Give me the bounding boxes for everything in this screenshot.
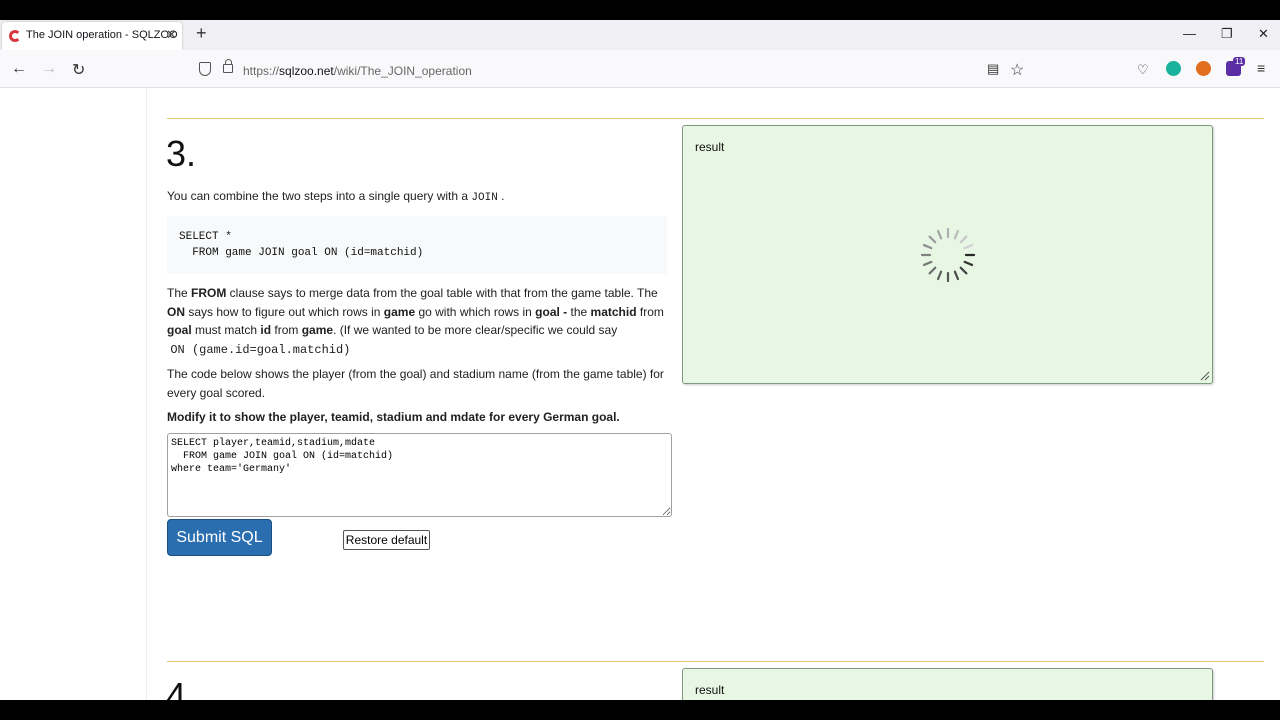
bold-text: goal - xyxy=(535,304,571,319)
section-divider xyxy=(167,661,1264,662)
sqlzoo-favicon-icon xyxy=(9,30,21,42)
lock-icon[interactable] xyxy=(223,59,233,73)
inline-code: JOIN xyxy=(471,192,498,204)
text: The xyxy=(167,286,192,300)
result-label: result xyxy=(695,140,725,154)
close-window-icon[interactable]: ✕ xyxy=(1258,26,1269,42)
tracking-protection-icon[interactable] xyxy=(199,62,211,76)
bold-text: id xyxy=(260,323,272,337)
restore-window-icon[interactable]: ❐ xyxy=(1221,26,1233,42)
extension-badge: 11 xyxy=(1233,57,1246,66)
code-line: FROM game JOIN goal ON (id=matchid) xyxy=(179,246,424,259)
inline-code: ON (game.id=goal.matchid) xyxy=(170,342,351,357)
text: from xyxy=(271,323,302,337)
code-below-text: The code below shows the player (from th… xyxy=(167,367,664,400)
bold-text: goal xyxy=(167,323,192,337)
question-number: 4 xyxy=(166,675,187,700)
text: clause says to merge data from the goal … xyxy=(226,286,658,300)
question-number: 3. xyxy=(166,133,197,174)
bookmark-star-icon[interactable]: ☆ xyxy=(1010,60,1024,80)
text: from xyxy=(636,304,664,319)
close-tab-icon[interactable]: ✕ xyxy=(166,27,177,43)
text: . (If we wanted to be more clear/specifi… xyxy=(333,323,618,337)
pocket-icon[interactable]: ♡ xyxy=(1137,62,1149,78)
bold-text: game xyxy=(301,323,334,337)
result-panel: result xyxy=(682,668,1213,700)
text: says how to figure out which rows in xyxy=(185,304,384,319)
menu-icon[interactable]: ≡ xyxy=(1257,60,1265,76)
forward-icon[interactable]: → xyxy=(41,60,57,78)
intro-sentence: You can combine the two steps into a sin… xyxy=(167,189,469,203)
bold-text: game xyxy=(383,304,416,319)
url-bar[interactable]: https://sqlzoo.net/wiki/The_JOIN_operati… xyxy=(243,64,472,78)
text: the xyxy=(570,304,591,319)
tab-bar: The JOIN operation - SQLZOO ✕ + — ❐ ✕ xyxy=(0,20,1280,50)
url-host: sqlzoo.net xyxy=(279,64,334,78)
intro-text: You can combine the two steps into a sin… xyxy=(167,189,505,204)
example-code-block: SELECT * FROM game JOIN goal ON (id=matc… xyxy=(167,216,667,274)
new-tab-icon[interactable]: + xyxy=(196,23,207,44)
url-path: /wiki/The_JOIN_operation xyxy=(333,64,472,78)
task-instruction: Modify it to show the player, teamid, st… xyxy=(167,410,620,424)
result-panel: result xyxy=(682,125,1213,384)
tab-title: The JOIN operation - SQLZOO xyxy=(26,29,178,41)
sidebar-divider xyxy=(146,88,147,700)
explanation-paragraph: The FROM clause says to merge data from … xyxy=(167,284,672,359)
bold-text: matchid xyxy=(590,304,637,319)
resize-grip-icon[interactable] xyxy=(1200,371,1210,381)
extension-a-icon[interactable] xyxy=(1166,61,1181,76)
result-label: result xyxy=(695,683,725,697)
restore-default-button[interactable]: Restore default xyxy=(343,530,430,550)
loading-spinner-icon xyxy=(920,227,976,283)
extension-blocker-icon[interactable] xyxy=(1196,61,1211,76)
text: must match xyxy=(191,323,261,337)
bold-text: ON xyxy=(167,304,185,319)
text: go with which rows in xyxy=(415,304,536,319)
section-divider xyxy=(167,118,1264,119)
tab-active[interactable]: The JOIN operation - SQLZOO ✕ xyxy=(2,22,182,50)
browser-window: The JOIN operation - SQLZOO ✕ + — ❐ ✕ ← … xyxy=(0,20,1280,700)
minimize-icon[interactable]: — xyxy=(1183,26,1196,41)
bold-text: FROM xyxy=(191,286,227,300)
code-line: SELECT * xyxy=(179,231,232,243)
submit-sql-button[interactable]: Submit SQL xyxy=(167,519,272,556)
sql-editor[interactable] xyxy=(167,433,672,517)
url-scheme: https:// xyxy=(243,64,280,78)
reload-icon[interactable]: ↻ xyxy=(72,60,85,80)
reader-view-icon[interactable]: ▤ xyxy=(987,61,999,77)
back-icon[interactable]: ← xyxy=(11,60,27,78)
navigation-bar: ← → ↻ https://sqlzoo.net/wiki/The_JOIN_o… xyxy=(0,50,1280,88)
